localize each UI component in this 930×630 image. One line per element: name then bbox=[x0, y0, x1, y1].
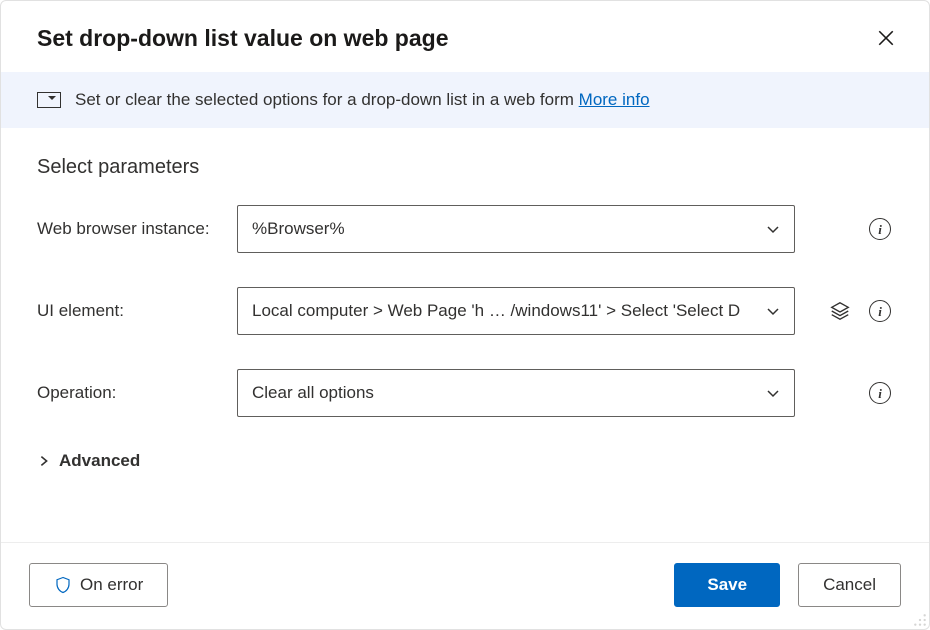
uielement-info-button[interactable]: i bbox=[867, 298, 893, 324]
more-info-link[interactable]: More info bbox=[579, 90, 650, 109]
shield-icon bbox=[54, 575, 72, 595]
browser-label: Web browser instance: bbox=[37, 219, 237, 239]
info-banner: Set or clear the selected options for a … bbox=[1, 72, 929, 128]
section-title: Select parameters bbox=[37, 156, 893, 179]
uielement-picker-button[interactable] bbox=[827, 298, 853, 324]
uielement-value: Local computer > Web Page 'h … /windows1… bbox=[252, 301, 740, 321]
browser-info-button[interactable]: i bbox=[867, 216, 893, 242]
operation-info-button[interactable]: i bbox=[867, 380, 893, 406]
cancel-button[interactable]: Cancel bbox=[798, 563, 901, 607]
chevron-down-icon bbox=[765, 385, 781, 401]
advanced-label: Advanced bbox=[59, 451, 140, 471]
browser-select[interactable]: %Browser% bbox=[237, 205, 795, 253]
dialog-title: Set drop-down list value on web page bbox=[37, 25, 448, 52]
resize-grip-icon[interactable] bbox=[913, 613, 927, 627]
chevron-down-icon bbox=[765, 221, 781, 237]
on-error-button[interactable]: On error bbox=[29, 563, 168, 607]
layers-icon bbox=[829, 300, 851, 322]
info-icon: i bbox=[869, 300, 891, 322]
close-button[interactable] bbox=[873, 25, 899, 54]
operation-value: Clear all options bbox=[252, 383, 374, 403]
info-icon: i bbox=[869, 382, 891, 404]
uielement-label: UI element: bbox=[37, 301, 237, 321]
browser-value: %Browser% bbox=[252, 219, 345, 239]
operation-select[interactable]: Clear all options bbox=[237, 369, 795, 417]
save-button[interactable]: Save bbox=[674, 563, 780, 607]
info-icon: i bbox=[869, 218, 891, 240]
close-icon bbox=[877, 29, 895, 47]
dropdown-icon bbox=[37, 92, 61, 108]
operation-label: Operation: bbox=[37, 383, 237, 403]
uielement-select[interactable]: Local computer > Web Page 'h … /windows1… bbox=[237, 287, 795, 335]
on-error-label: On error bbox=[80, 575, 143, 595]
info-banner-text: Set or clear the selected options for a … bbox=[75, 90, 579, 109]
advanced-toggle[interactable]: Advanced bbox=[37, 451, 893, 471]
chevron-right-icon bbox=[37, 454, 51, 468]
chevron-down-icon bbox=[765, 303, 781, 319]
